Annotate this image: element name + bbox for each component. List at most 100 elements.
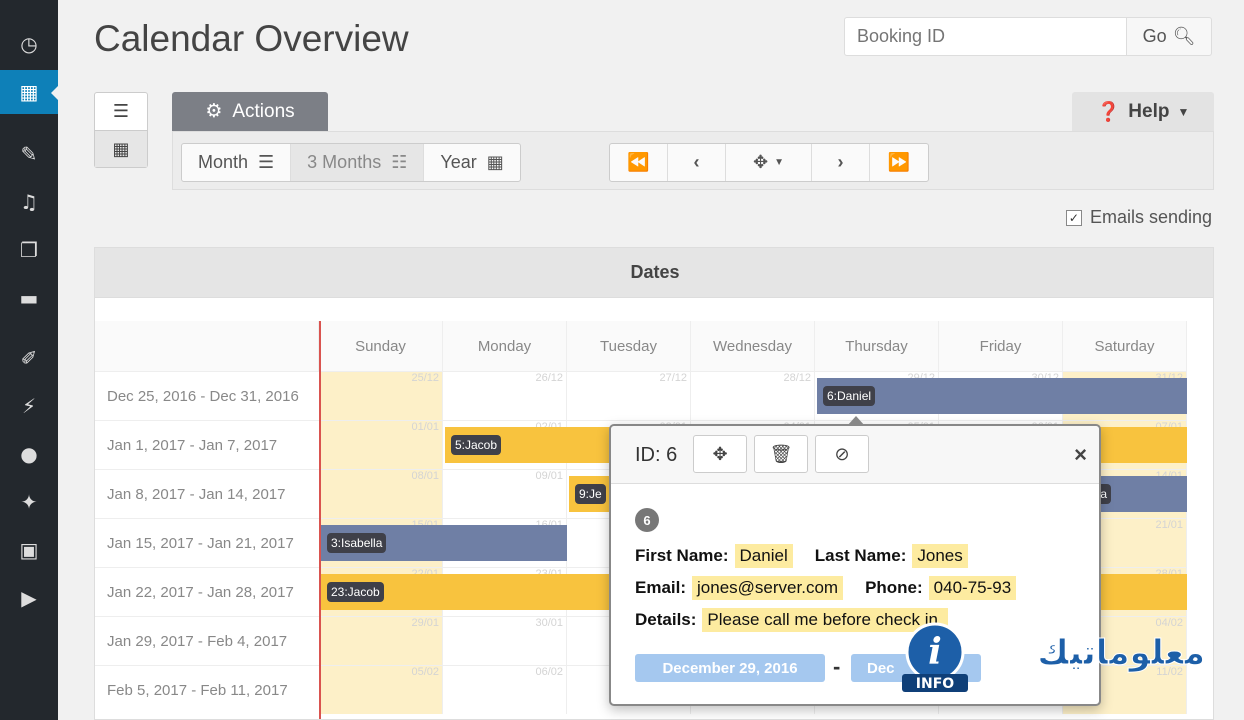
emails-sending[interactable]: ✓ Emails sending — [1065, 207, 1212, 228]
week-row-label: Jan 22, 2017 - Jan 28, 2017 — [95, 567, 319, 616]
page-title: Calendar Overview — [94, 18, 409, 59]
details-label: Details: — [635, 610, 697, 629]
day-header-friday: Friday — [939, 321, 1063, 371]
watermark-svg: i INFO معلوماتيك — [902, 622, 1206, 692]
day-header-thursday: Thursday — [815, 321, 939, 371]
first-name-value: Daniel — [734, 544, 793, 568]
cancel-icon[interactable]: ⊘ — [815, 435, 869, 473]
booking-tag: 6:Daniel — [823, 386, 876, 406]
day-cell[interactable]: 29/01 — [319, 616, 443, 665]
pages-icon[interactable]: ❐ — [0, 228, 58, 272]
day-header-wednesday: Wednesday — [691, 321, 815, 371]
question-icon: ❓ — [1096, 101, 1121, 123]
booking-badge: 6 — [635, 508, 659, 532]
watermark-arabic: معلوماتيك — [1037, 633, 1205, 673]
calendar-menu-icon[interactable]: ▦ — [0, 70, 58, 114]
week-row-label: Feb 5, 2017 - Feb 11, 2017 — [95, 665, 319, 714]
day-cell[interactable]: 28/12 — [691, 371, 815, 420]
media-icon[interactable]: ♫ — [0, 180, 58, 224]
day-cell[interactable]: 05/02 — [319, 665, 443, 714]
caret-down-icon: ▼ — [774, 157, 784, 168]
week-row-label: Jan 1, 2017 - Jan 7, 2017 — [95, 420, 319, 469]
settings-icon[interactable]: ▣ — [0, 528, 58, 572]
date-from: December 29, 2016 — [635, 654, 825, 682]
week-row-label: Jan 8, 2017 - Jan 14, 2017 — [95, 469, 319, 518]
day-number: 06/02 — [535, 666, 563, 678]
help-dropdown[interactable]: ❓ Help ▼ — [1072, 92, 1214, 131]
day-cell[interactable]: 08/01 — [319, 469, 443, 518]
day-number: 28/12 — [783, 372, 811, 384]
day-header-tuesday: Tuesday — [567, 321, 691, 371]
view-range-group: Month ☰ 3 Months ☷ Year ▦ — [181, 143, 521, 182]
week-row-label: Jan 15, 2017 - Jan 21, 2017 — [95, 518, 319, 567]
appearance-icon[interactable]: ✐ — [0, 336, 58, 380]
users-icon[interactable]: ● — [0, 432, 58, 476]
day-cell[interactable]: 09/01 — [443, 469, 567, 518]
popover-id: ID: 6 — [635, 444, 678, 466]
day-cell[interactable]: 30/01 — [443, 616, 567, 665]
email-label: Email: — [635, 578, 687, 597]
comments-icon[interactable]: ▬ — [0, 276, 58, 320]
move-icon: ✥ — [753, 152, 769, 172]
caret-down-icon: ▼ — [1177, 104, 1190, 119]
day-number: 29/01 — [411, 617, 439, 629]
booking-bar[interactable]: 6:Daniel — [817, 378, 1187, 414]
day-header-saturday: Saturday — [1063, 321, 1187, 371]
toolbar-body: Month ☰ 3 Months ☷ Year ▦ ⏪ ‹ ✥ ▼ › ⏩ — [172, 131, 1214, 190]
day-number: 08/01 — [411, 470, 439, 482]
date-dash: - — [833, 654, 841, 679]
actions-label: Actions — [232, 100, 295, 122]
play-icon[interactable]: ▶ — [0, 576, 58, 620]
emails-checkbox[interactable]: ✓ — [1065, 209, 1082, 226]
dashboard-icon[interactable]: ◷ — [0, 22, 58, 66]
search-icon: 🔍︎ — [1172, 26, 1196, 46]
actions-icon: ⚙ — [205, 101, 223, 122]
contact-row: Email: jones@server.com Phone: 040-75-93 — [635, 576, 1017, 600]
month-label: Month — [198, 152, 249, 172]
last-name-label: Last Name: — [814, 546, 907, 565]
watermark-info: INFO — [916, 676, 954, 692]
tools-icon[interactable]: ✦ — [0, 480, 58, 524]
fast-backward-icon[interactable]: ⏪ — [610, 144, 668, 181]
day-cell[interactable]: 26/12 — [443, 371, 567, 420]
chevron-left-icon[interactable]: ‹ — [668, 144, 726, 181]
day-cell[interactable]: 01/01 — [319, 420, 443, 469]
chevron-right-icon[interactable]: › — [812, 144, 870, 181]
month-button[interactable]: Month ☰ — [182, 144, 292, 181]
day-header-monday: Monday — [443, 321, 567, 371]
booking-id-input[interactable] — [844, 17, 1128, 56]
actions-tab[interactable]: ⚙ Actions — [172, 92, 328, 131]
watermark-logo: i INFO معلوماتيك — [900, 622, 1210, 694]
booking-bar[interactable]: 3:Isabella — [321, 525, 567, 561]
year-button[interactable]: Year ▦ — [424, 144, 519, 181]
booking-tag: 5:Jacob — [451, 435, 502, 455]
popover-arrow — [847, 416, 865, 426]
booking-tag: 3:Isabella — [327, 533, 387, 553]
calendar-view-icon[interactable]: ▦ — [95, 130, 147, 167]
email-value: jones@server.com — [692, 576, 844, 600]
day-number: 30/01 — [535, 617, 563, 629]
fast-forward-icon[interactable]: ⏩ — [870, 144, 928, 181]
navigation-group: ⏪ ‹ ✥ ▼ › ⏩ — [609, 143, 929, 182]
day-cell[interactable]: 27/12 — [567, 371, 691, 420]
day-number: 25/12 — [411, 372, 439, 384]
move-booking-icon[interactable]: ✥ — [693, 435, 747, 473]
go-button[interactable]: Go 🔍︎ — [1126, 17, 1212, 56]
name-row: First Name: Daniel Last Name: Jones — [635, 544, 968, 568]
list-view-icon[interactable]: ☰ — [95, 93, 147, 130]
phone-value: 040-75-93 — [928, 576, 1017, 600]
go-button-label: Go — [1142, 26, 1167, 46]
trash-icon[interactable]: 🗑︎ — [754, 435, 808, 473]
dates-header: Dates — [95, 248, 1213, 298]
close-icon[interactable]: × — [1074, 442, 1087, 468]
list-icon: ☰ — [258, 152, 275, 172]
day-cell[interactable]: 06/02 — [443, 665, 567, 714]
day-cell[interactable]: 25/12 — [319, 371, 443, 420]
move-dropdown[interactable]: ✥ ▼ — [726, 144, 812, 181]
plugins-icon[interactable]: ⚡ — [0, 384, 58, 428]
three-months-button[interactable]: 3 Months ☷ — [291, 144, 425, 181]
day-header-corner — [95, 321, 319, 371]
help-label: Help — [1128, 100, 1170, 122]
list-detail-icon: ☷ — [391, 152, 408, 172]
pin-icon[interactable]: ✎ — [0, 132, 58, 176]
